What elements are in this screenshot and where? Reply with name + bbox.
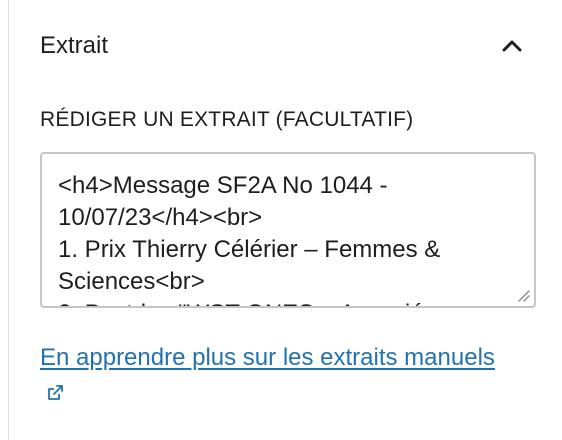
resize-handle-icon[interactable]: [516, 288, 530, 302]
excerpt-help-link[interactable]: En apprendre plus sur les extraits manue…: [40, 340, 510, 410]
external-link-icon: [48, 385, 63, 400]
panel-title: Extrait: [40, 32, 109, 59]
chevron-up-icon: [502, 40, 522, 52]
excerpt-textarea-value[interactable]: <h4>Message SF2A No 1044 - 10/07/23</h4>…: [58, 170, 498, 306]
excerpt-label: RÉDIGER UN EXTRAIT (FACULTATIF): [40, 108, 414, 131]
excerpt-textarea[interactable]: <h4>Message SF2A No 1044 - 10/07/23</h4>…: [40, 152, 536, 308]
excerpt-help-link-text[interactable]: En apprendre plus sur les extraits manue…: [40, 344, 495, 371]
excerpt-panel-toggle[interactable]: Extrait: [0, 0, 562, 94]
excerpt-panel: Extrait RÉDIGER UN EXTRAIT (FACULTATIF) …: [0, 0, 562, 440]
